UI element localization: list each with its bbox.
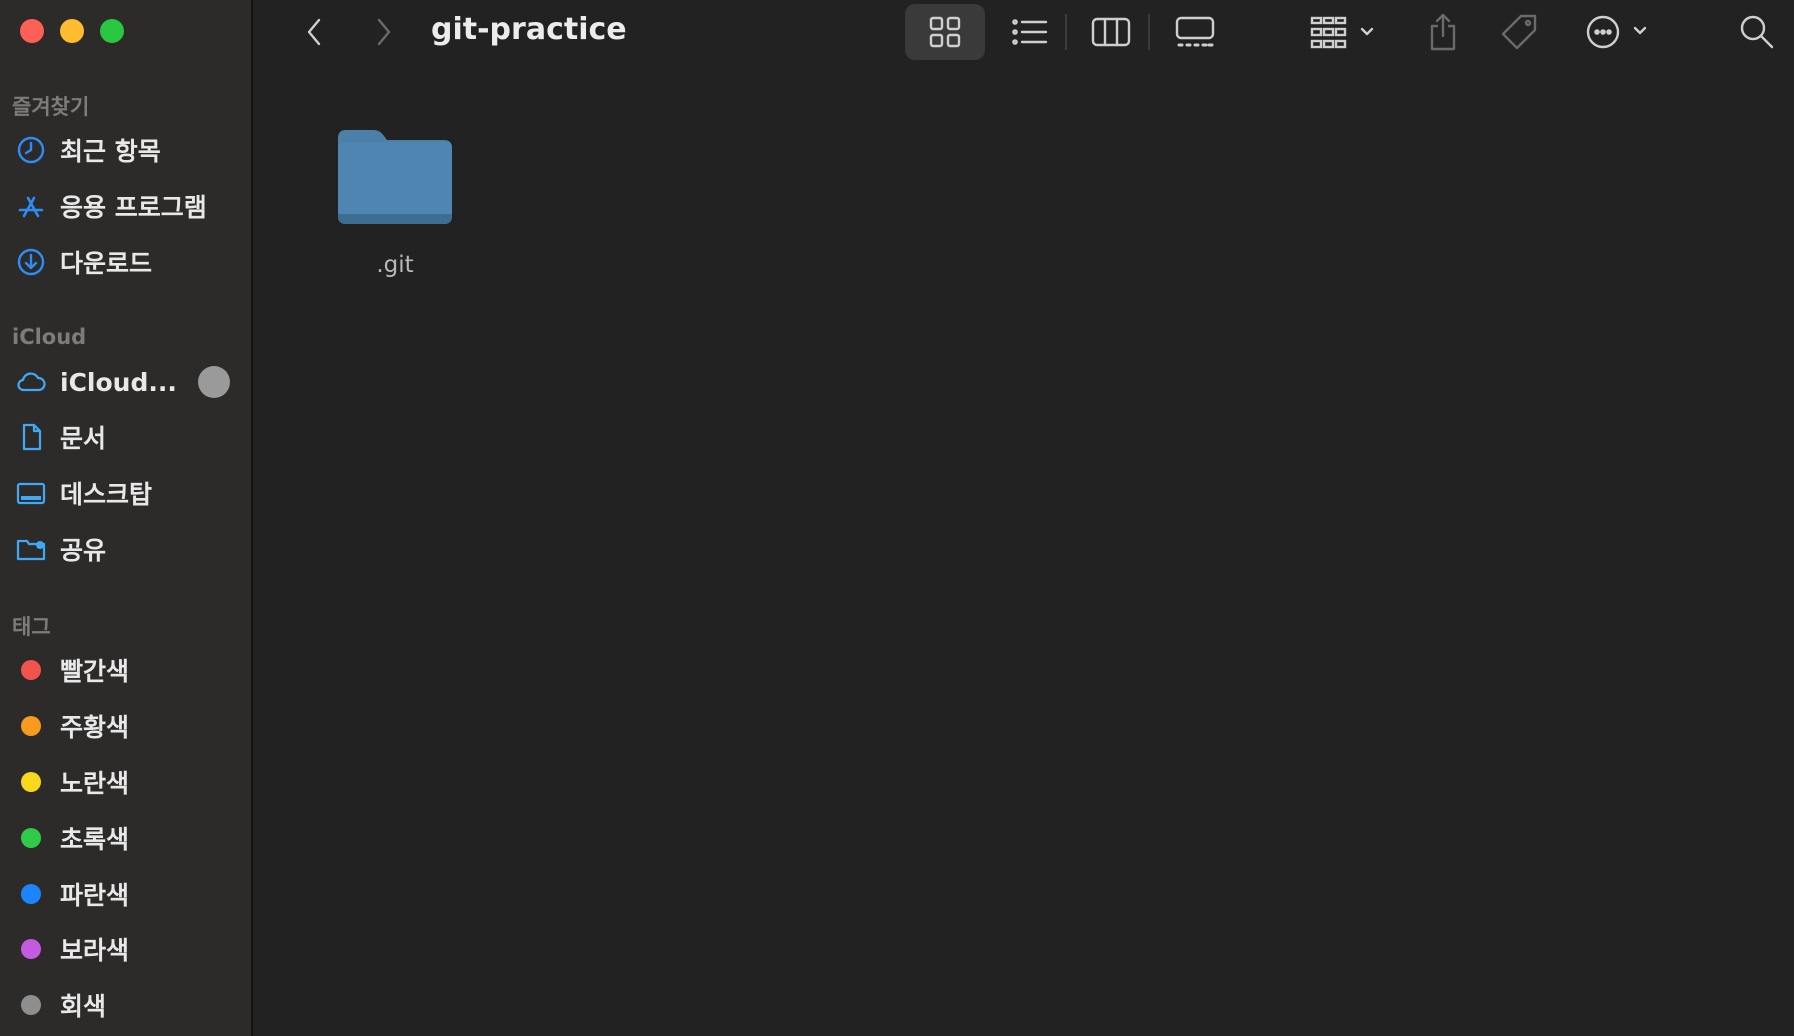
close-button[interactable] bbox=[20, 19, 44, 43]
tag-button[interactable] bbox=[1495, 8, 1543, 56]
sync-status-badge bbox=[198, 366, 230, 398]
minimize-button[interactable] bbox=[60, 19, 84, 43]
column-view-button[interactable] bbox=[1086, 8, 1136, 56]
app-store-icon bbox=[14, 189, 48, 223]
sidebar-item-desktop[interactable]: 데스크탑 bbox=[14, 471, 240, 515]
icloud-header: iCloud bbox=[12, 325, 87, 349]
sidebar-item-applications[interactable]: 응용 프로그램 bbox=[14, 184, 240, 228]
sidebar-item-label: 초록색 bbox=[60, 825, 130, 854]
orange-tag-icon bbox=[21, 716, 41, 736]
back-icon bbox=[307, 18, 321, 46]
file-name-label: .git bbox=[376, 252, 414, 278]
sidebar-item-label: 파란색 bbox=[60, 881, 130, 910]
folder-icon bbox=[338, 130, 452, 224]
sidebar-item-icloud-drive[interactable]: iCloud... bbox=[14, 360, 240, 404]
blue-tag-icon bbox=[21, 884, 41, 904]
sidebar-item-label: 응용 프로그램 bbox=[60, 193, 207, 222]
group-button[interactable] bbox=[1307, 8, 1383, 56]
tag-icon bbox=[1501, 14, 1537, 50]
tags-header: 태그 bbox=[12, 615, 51, 639]
clock-icon bbox=[14, 133, 48, 167]
sidebar-item-label: 공유 bbox=[60, 536, 107, 565]
search-button[interactable] bbox=[1733, 8, 1781, 56]
purple-tag-icon bbox=[21, 939, 41, 959]
folder-item[interactable]: .git bbox=[321, 124, 469, 278]
sidebar-item-label: 주황색 bbox=[60, 713, 130, 742]
share-button[interactable] bbox=[1419, 8, 1467, 56]
window-title: git-practice bbox=[431, 12, 627, 47]
icon-view-icon bbox=[929, 16, 961, 48]
sidebar-item-label: 다운로드 bbox=[60, 249, 153, 278]
sidebar-tag-yellow[interactable]: 노란색 bbox=[14, 760, 240, 804]
traffic-lights bbox=[20, 19, 124, 43]
list-view-button[interactable] bbox=[1005, 8, 1055, 56]
forward-icon bbox=[377, 18, 391, 46]
red-tag-icon bbox=[21, 660, 41, 680]
gray-tag-icon bbox=[21, 995, 41, 1015]
share-icon bbox=[1430, 13, 1456, 51]
more-actions-button[interactable] bbox=[1583, 8, 1663, 56]
document-icon bbox=[14, 420, 48, 454]
desktop-icon bbox=[14, 476, 48, 510]
sidebar: 즐겨찾기 최근 항목 응용 프로그램 다운로드 iCloud iCloud... bbox=[0, 0, 253, 1036]
icon-view-button[interactable] bbox=[905, 4, 985, 60]
sidebar-item-shared[interactable]: 공유 bbox=[14, 527, 240, 571]
sidebar-tag-blue[interactable]: 파란색 bbox=[14, 872, 240, 916]
yellow-tag-icon bbox=[21, 772, 41, 792]
group-icon bbox=[1310, 16, 1374, 49]
finder-window: 즐겨찾기 최근 항목 응용 프로그램 다운로드 iCloud iCloud... bbox=[0, 0, 1794, 1036]
sidebar-item-label: 데스크탑 bbox=[60, 480, 153, 509]
sidebar-item-label: 문서 bbox=[60, 424, 107, 453]
sidebar-item-downloads[interactable]: 다운로드 bbox=[14, 240, 240, 284]
sidebar-item-label: 빨간색 bbox=[60, 657, 130, 686]
sidebar-item-documents[interactable]: 문서 bbox=[14, 415, 240, 459]
sidebar-tag-red[interactable]: 빨간색 bbox=[14, 648, 240, 692]
sidebar-item-label: 노란색 bbox=[60, 769, 130, 798]
sidebar-tag-orange[interactable]: 주황색 bbox=[14, 704, 240, 748]
sidebar-tag-gray[interactable]: 회색 bbox=[14, 983, 240, 1027]
list-view-icon bbox=[1012, 19, 1048, 45]
forward-button[interactable] bbox=[363, 8, 403, 56]
more-icon bbox=[1586, 15, 1647, 49]
sidebar-tag-green[interactable]: 초록색 bbox=[14, 816, 240, 860]
favorites-header: 즐겨찾기 bbox=[12, 95, 90, 119]
sidebar-item-label: 회색 bbox=[60, 992, 107, 1021]
download-icon bbox=[14, 245, 48, 279]
toolbar-separator bbox=[1065, 14, 1067, 50]
zoom-button[interactable] bbox=[100, 19, 124, 43]
sidebar-item-label: 최근 항목 bbox=[60, 137, 161, 166]
green-tag-icon bbox=[21, 828, 41, 848]
toolbar: git-practice bbox=[253, 0, 1794, 64]
gallery-view-button[interactable] bbox=[1167, 8, 1223, 56]
sidebar-item-label: 보라색 bbox=[60, 936, 130, 965]
gallery-view-icon bbox=[1175, 16, 1215, 47]
sidebar-item-label: iCloud... bbox=[60, 367, 177, 397]
sidebar-item-recents[interactable]: 최근 항목 bbox=[14, 128, 240, 172]
column-view-icon bbox=[1091, 17, 1131, 47]
toolbar-separator bbox=[1148, 14, 1150, 50]
file-browser-content: .git bbox=[253, 64, 1794, 1036]
back-button[interactable] bbox=[295, 8, 335, 56]
shared-folder-icon bbox=[14, 532, 48, 566]
cloud-icon bbox=[14, 365, 48, 399]
search-icon bbox=[1740, 15, 1774, 49]
sidebar-tag-purple[interactable]: 보라색 bbox=[14, 927, 240, 971]
